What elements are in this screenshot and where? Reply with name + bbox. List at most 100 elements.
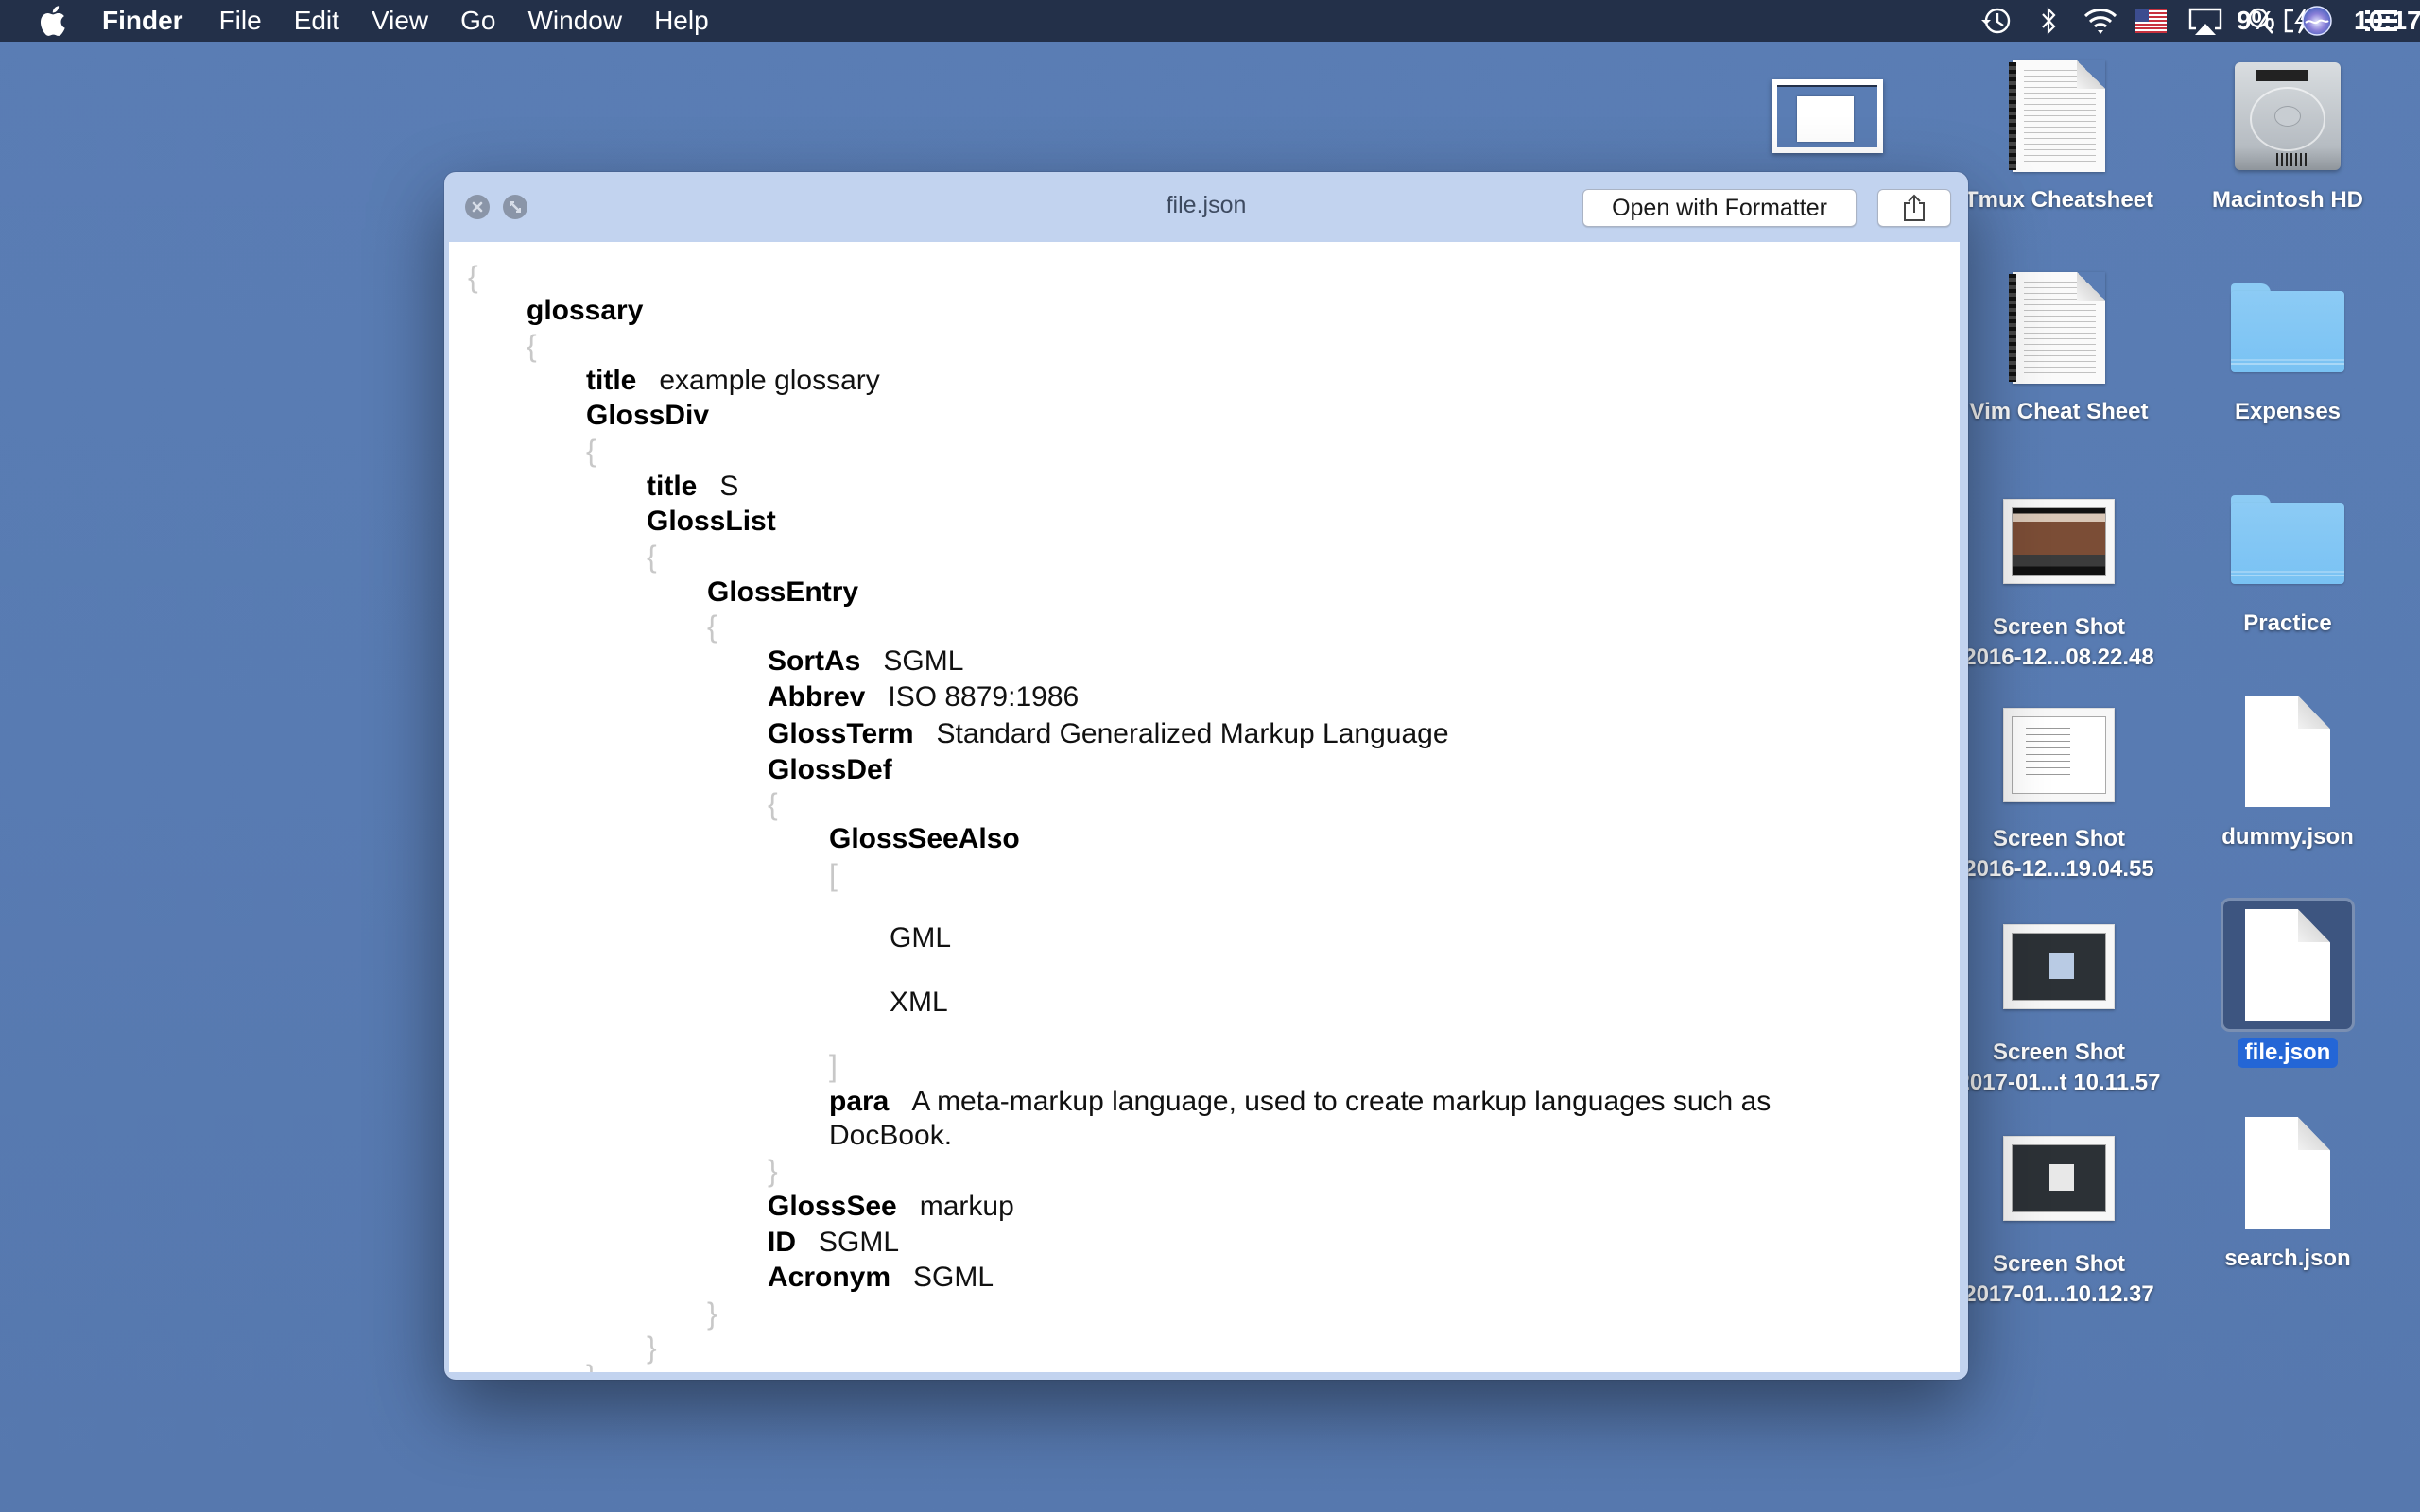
folder-icon — [2231, 284, 2344, 372]
json-key-line: glossary — [527, 294, 666, 328]
desktop-icon-label: Macintosh HD — [2211, 187, 2363, 213]
desktop-icon-screen-shot-2017-01-10-11-57[interactable]: Screen Shot 2017-01...t 10.11.57 — [1945, 920, 2172, 1098]
json-brace: { — [527, 329, 537, 363]
wifi-icon[interactable] — [2082, 0, 2119, 42]
json-key: SortAs — [768, 645, 861, 677]
json-key: GlossEntry — [707, 576, 859, 608]
json-brace: { — [586, 434, 596, 468]
json-key-line: GlossSeeAlso — [829, 822, 1043, 856]
desktop-icon-label: Vim Cheat Sheet — [1969, 399, 2149, 424]
hard-drive-icon — [2235, 62, 2341, 170]
desktop-icon-label-selected: file.json — [2237, 1038, 2339, 1068]
desktop-icon-screen-shot-2016-12-19-04-55[interactable]: Screen Shot 2016-12...19.04.55 — [1945, 699, 2172, 885]
screenshot-thumbnail-icon — [2003, 1136, 2115, 1221]
desktop-icon-screen-shot-2016-12-08-22-48[interactable]: Screen Shot 2016-12...08.22.48 — [1945, 491, 2172, 673]
json-value: SGML — [883, 645, 964, 677]
json-key: ID — [768, 1227, 796, 1258]
json-pair-line: Abbrev ISO 8879:1986 — [768, 680, 1079, 714]
json-pair-line: SortAs SGML — [768, 644, 963, 679]
json-value: markup — [919, 1191, 1014, 1222]
json-brace: } — [768, 1154, 778, 1188]
desktop-icon-search-json[interactable]: search.json — [2174, 1115, 2401, 1274]
menu-edit[interactable]: Edit — [294, 0, 339, 42]
folder-icon — [2231, 495, 2344, 584]
desktop-icon-label: Screen Shot 2017-01...t 10.11.57 — [1957, 1040, 2161, 1095]
json-value: Standard Generalized Markup Language — [936, 718, 1449, 749]
desktop-icon-expenses[interactable]: Expenses — [2174, 272, 2401, 427]
json-brace: } — [586, 1359, 596, 1372]
json-pair-line: title example glossary — [586, 364, 880, 398]
quick-look-window: file.json Open with Formatter { glossary… — [444, 172, 1968, 1380]
screenshot-thumbnail-icon — [2003, 924, 2115, 1009]
json-pair-line: ID SGML — [768, 1226, 899, 1260]
json-pair-line: Acronym SGML — [768, 1261, 994, 1295]
cheatsheet-document-icon — [2009, 60, 2105, 172]
json-brace: ] — [829, 1049, 838, 1083]
json-array-value: GML — [890, 922, 952, 954]
json-value: SGML — [819, 1227, 900, 1258]
json-key-line: GlossDiv — [586, 399, 732, 433]
json-preview-content[interactable]: { glossary { title example glossary Gloss… — [449, 242, 1960, 1372]
json-brace: { — [647, 540, 657, 574]
desktop-icon-dummy-json[interactable]: dummy.json — [2174, 694, 2401, 852]
bluetooth-icon[interactable] — [2038, 0, 2059, 42]
desktop-icon-label: dummy.json — [2221, 824, 2354, 850]
json-value: SGML — [913, 1262, 994, 1293]
menu-help[interactable]: Help — [654, 0, 709, 42]
desktop-icon-label: search.json — [2224, 1246, 2351, 1271]
share-icon — [1904, 194, 1925, 221]
json-value: S — [719, 471, 739, 502]
airplay-icon[interactable] — [2187, 0, 2223, 42]
json-document-icon — [2245, 696, 2330, 807]
desktop-icon-tmux-cheatsheet[interactable]: Tmux Cheatsheet — [1945, 60, 2172, 215]
desktop-icon-label: Practice — [2243, 610, 2332, 636]
menu-window[interactable]: Window — [527, 0, 622, 42]
siri-icon[interactable] — [2301, 0, 2333, 42]
cheatsheet-document-icon — [2009, 272, 2105, 384]
desktop-icon-label: Tmux Cheatsheet — [1963, 187, 2154, 213]
json-key: title — [647, 471, 698, 502]
json-array-value: XML — [890, 987, 948, 1018]
json-key: GlossList — [647, 506, 776, 537]
json-brace: { — [468, 260, 478, 294]
json-value: A meta-markup language, used to create m… — [829, 1086, 1772, 1151]
screenshot-thumbnail-icon — [2003, 708, 2115, 802]
json-key: Acronym — [768, 1262, 891, 1293]
desktop-window-preview-thumbnail[interactable] — [1772, 79, 1883, 153]
json-key: para — [829, 1086, 890, 1117]
json-brace: } — [647, 1331, 657, 1365]
menu-file[interactable]: File — [219, 0, 262, 42]
json-key: GlossDiv — [586, 400, 710, 431]
json-key: title — [586, 365, 637, 396]
json-key: Abbrev — [768, 681, 866, 713]
json-brace: { — [707, 610, 717, 644]
notification-center-icon[interactable] — [2363, 0, 2399, 42]
desktop-icon-label: Expenses — [2234, 399, 2342, 424]
window-titlebar[interactable]: file.json Open with Formatter — [444, 172, 1968, 242]
spotlight-search-icon[interactable] — [2246, 0, 2276, 42]
apple-menu-icon[interactable] — [38, 5, 66, 37]
json-brace: [ — [829, 858, 838, 892]
share-button[interactable] — [1877, 189, 1951, 227]
desktop-icon-macintosh-hd[interactable]: Macintosh HD — [2174, 60, 2401, 215]
menu-bar: Finder File Edit View Go Window Help 9% … — [0, 0, 2420, 42]
us-flag-input-icon[interactable] — [2135, 0, 2167, 42]
open-with-formatter-button[interactable]: Open with Formatter — [1582, 189, 1857, 227]
menu-go[interactable]: Go — [460, 0, 495, 42]
json-brace: } — [707, 1297, 717, 1331]
screenshot-thumbnail-icon — [2003, 499, 2115, 584]
json-value: example glossary — [659, 365, 880, 396]
json-key: GlossTerm — [768, 718, 914, 749]
menu-view[interactable]: View — [372, 0, 428, 42]
desktop-icon-label: Screen Shot 2017-01...10.12.37 — [1963, 1251, 2154, 1307]
desktop-icon-practice[interactable]: Practice — [2174, 484, 2401, 639]
time-machine-icon[interactable] — [1979, 0, 2014, 42]
desktop-icon-file-json[interactable]: file.json — [2174, 898, 2401, 1068]
menu-finder[interactable]: Finder — [102, 0, 183, 42]
desktop-icon-vim-cheat-sheet[interactable]: Vim Cheat Sheet — [1945, 272, 2172, 427]
json-key: GlossDef — [768, 754, 892, 785]
json-key-line: GlossDef — [768, 753, 915, 787]
json-key: GlossSeeAlso — [829, 823, 1020, 854]
desktop-icon-label: Screen Shot 2016-12...19.04.55 — [1963, 826, 2154, 882]
desktop-icon-screen-shot-2017-01-10-12-37[interactable]: Screen Shot 2017-01...10.12.37 — [1945, 1132, 2172, 1310]
